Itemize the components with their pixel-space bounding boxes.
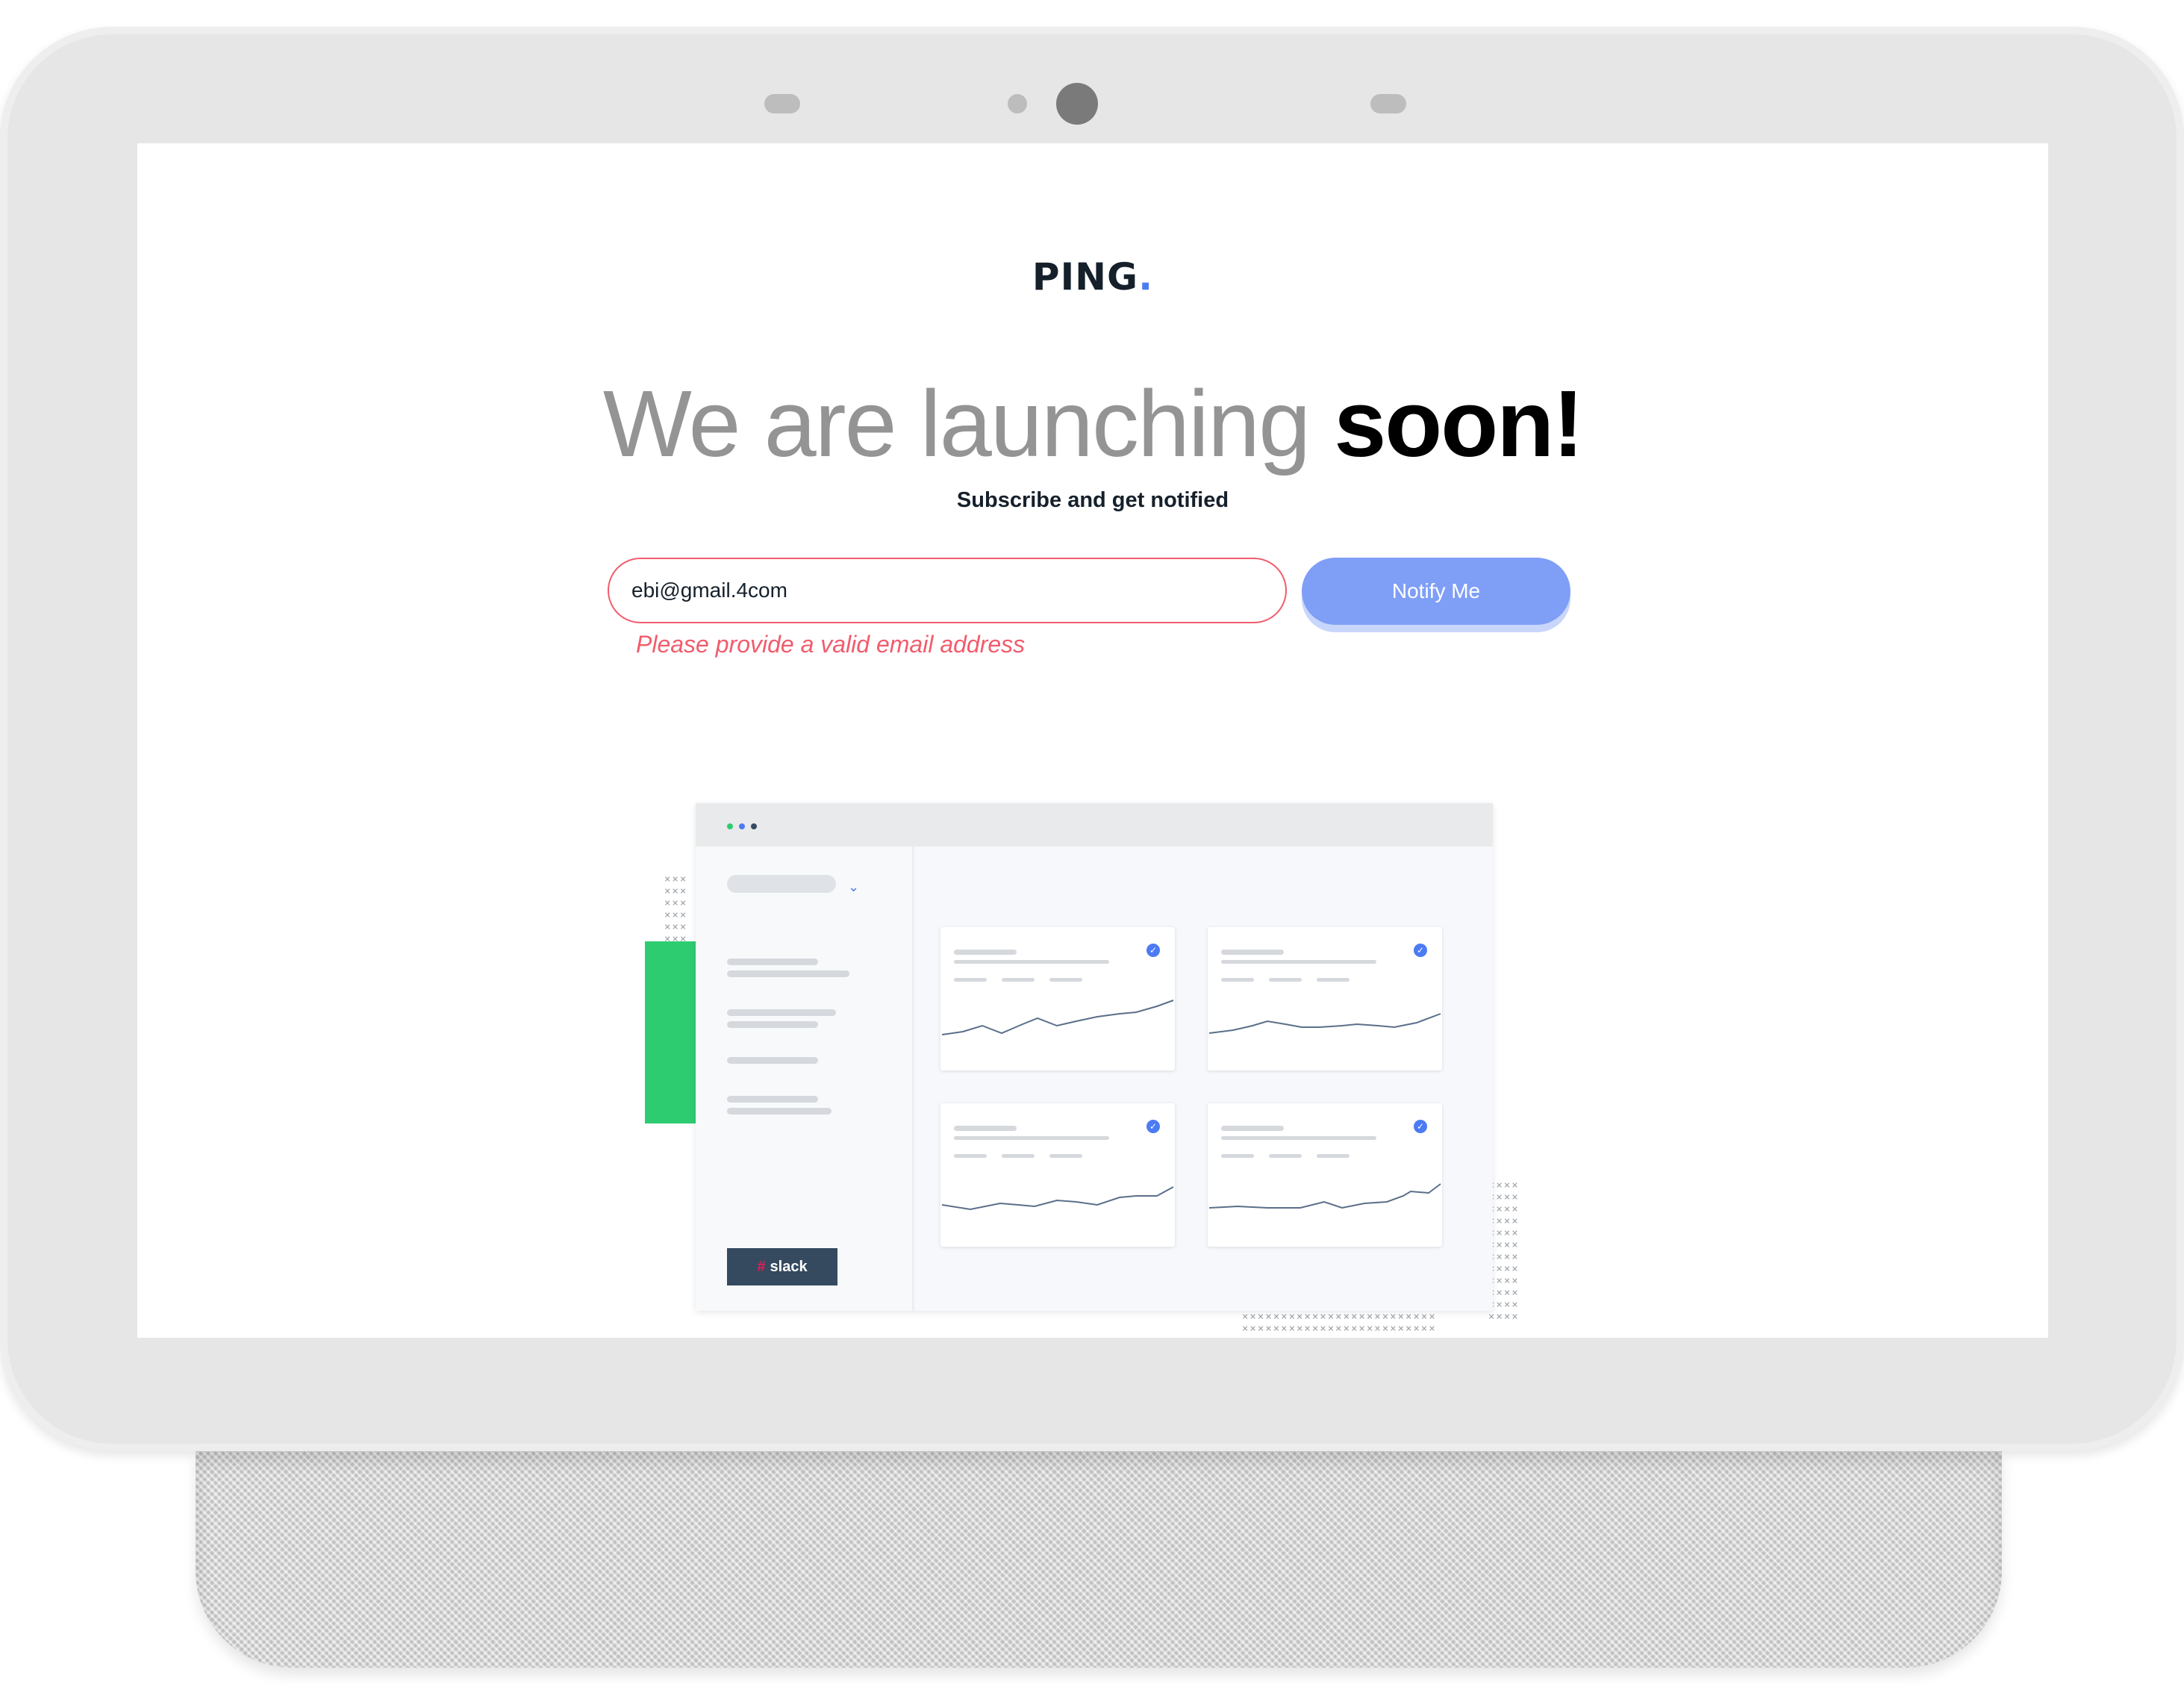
microphone-dot <box>1008 94 1027 113</box>
speaker-base <box>196 1451 2002 1668</box>
window-dot-green <box>727 823 733 829</box>
light-sensor-left <box>764 94 800 113</box>
light-sensor-right <box>1370 94 1406 113</box>
green-accent-block <box>645 941 699 1123</box>
sidebar-dropdown <box>727 875 836 893</box>
chart-card: ✓ <box>1208 927 1442 1070</box>
chart-card: ✓ <box>1208 1103 1442 1247</box>
dashboard-illustration: ××× ××× ××× ××× ××× ××× ××× × ×× ×× × ××× … <box>137 143 2048 1338</box>
chart-card: ✓ <box>940 1103 1175 1247</box>
window-sidebar: ⌄ # slack <box>696 847 914 1311</box>
check-icon: ✓ <box>1414 1120 1427 1133</box>
sidebar-line <box>727 1009 836 1016</box>
sidebar-line <box>727 1108 832 1115</box>
check-icon: ✓ <box>1146 1120 1160 1133</box>
slack-icon: # <box>757 1258 766 1275</box>
chart-card: ✓ <box>940 927 1175 1070</box>
cross-pattern-bottom: ××××××××××××××××××××××××× ××××××××××××××… <box>1242 1311 1437 1335</box>
app-window: ⌄ # slack ✓ ✓ ✓ ✓ <box>696 803 1493 1311</box>
chevron-down-icon: ⌄ <box>848 879 860 894</box>
slack-badge: # slack <box>727 1248 837 1285</box>
check-icon: ✓ <box>1146 944 1160 957</box>
window-titlebar <box>696 803 1493 847</box>
sidebar-line <box>727 1057 818 1064</box>
check-icon: ✓ <box>1414 944 1427 957</box>
slack-badge-label: slack <box>770 1258 808 1275</box>
sidebar-line <box>727 970 849 977</box>
sidebar-line <box>727 1021 818 1028</box>
window-dot-dark <box>751 823 757 829</box>
window-dot-blue <box>739 823 745 829</box>
sidebar-line <box>727 1096 818 1103</box>
camera-icon <box>1056 83 1098 125</box>
sidebar-line <box>727 959 818 965</box>
device-screen: PING. We are launching soon! Subscribe a… <box>137 143 2048 1338</box>
